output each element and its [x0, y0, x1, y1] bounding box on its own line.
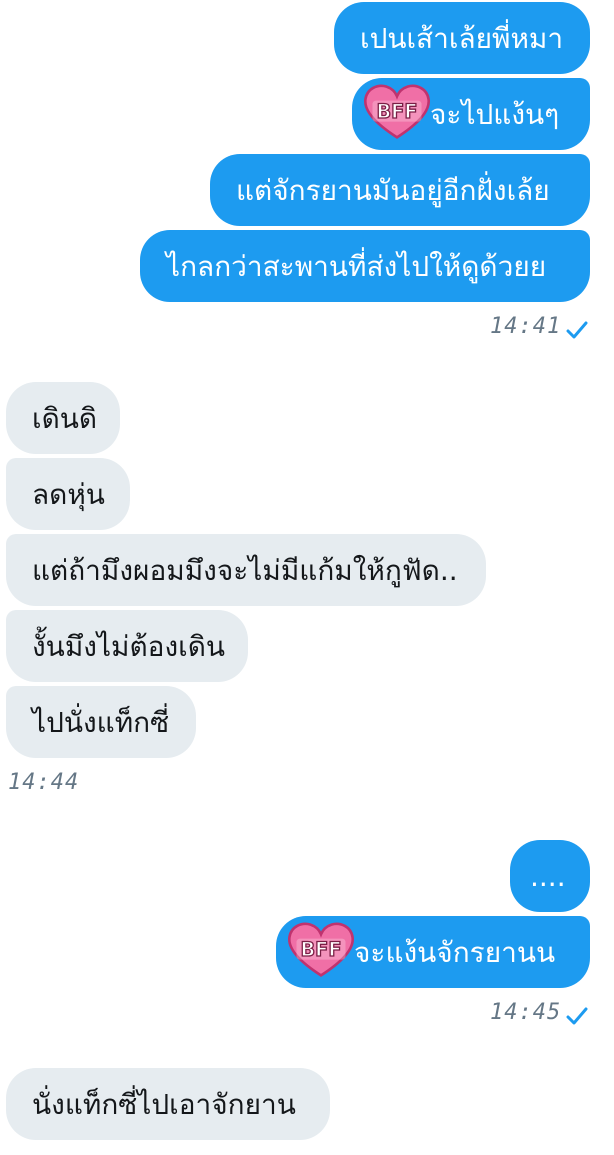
- message-bubble-sent[interactable]: BFF จะแง้นจักรยานน: [276, 916, 590, 988]
- bff-heart-sticker-icon: BFF: [364, 84, 430, 139]
- timestamp: 14:41: [490, 314, 562, 339]
- message-bubble-sent[interactable]: BFF จะไปแง้นๆ: [352, 78, 590, 150]
- message-bubble-received[interactable]: แต่ถ้ามึงผอมมึงจะไม่มีแก้มให้กูฟัด..: [6, 534, 486, 606]
- message-bubble-received[interactable]: ลดหุ่น: [6, 458, 130, 530]
- bff-heart-sticker-icon: BFF: [288, 922, 354, 977]
- message-text: จะแง้นจักรยานน: [354, 936, 556, 969]
- message-text: ไกลกว่าสะพานที่ส่งไปให้ดูด้วยย: [166, 250, 547, 283]
- message-text: เปนเส้าเล้ยพี่หมา: [360, 22, 564, 55]
- message-text: จะไปแง้นๆ: [430, 98, 560, 131]
- read-check-icon: [566, 1007, 588, 1025]
- message-text: งั้นมึงไม่ต้องเดิน: [32, 630, 226, 663]
- timestamp: 14:44: [8, 770, 80, 795]
- message-text: เดินดิ: [32, 402, 98, 435]
- timestamp: 14:45: [490, 1000, 562, 1025]
- message-bubble-received[interactable]: นั่งแท็กซี่ไปเอาจักยาน: [6, 1068, 330, 1140]
- message-text: ....: [530, 860, 566, 893]
- sticker-text: BFF: [377, 100, 418, 123]
- message-bubble-received[interactable]: เดินดิ: [6, 382, 120, 454]
- sticker-text: BFF: [301, 938, 342, 961]
- message-text: ไปนั่งแท็กซี่: [32, 706, 170, 739]
- message-bubble-sent[interactable]: เปนเส้าเล้ยพี่หมา: [334, 2, 590, 74]
- read-check-icon: [566, 321, 588, 339]
- message-text: ลดหุ่น: [32, 478, 105, 511]
- message-text: นั่งแท็กซี่ไปเอาจักยาน: [32, 1088, 296, 1121]
- message-text: แต่ถ้ามึงผอมมึงจะไม่มีแก้มให้กูฟัด..: [32, 554, 458, 587]
- message-text: แต่จักรยานมันอยู่อีกฝั่งเล้ย: [236, 174, 550, 207]
- message-bubble-sent[interactable]: แต่จักรยานมันอยู่อีกฝั่งเล้ย: [210, 154, 590, 226]
- message-bubble-received[interactable]: งั้นมึงไม่ต้องเดิน: [6, 610, 248, 682]
- message-bubble-received[interactable]: ไปนั่งแท็กซี่: [6, 686, 196, 758]
- message-bubble-sent[interactable]: ....: [510, 840, 590, 912]
- message-bubble-sent[interactable]: ไกลกว่าสะพานที่ส่งไปให้ดูด้วยย: [140, 230, 590, 302]
